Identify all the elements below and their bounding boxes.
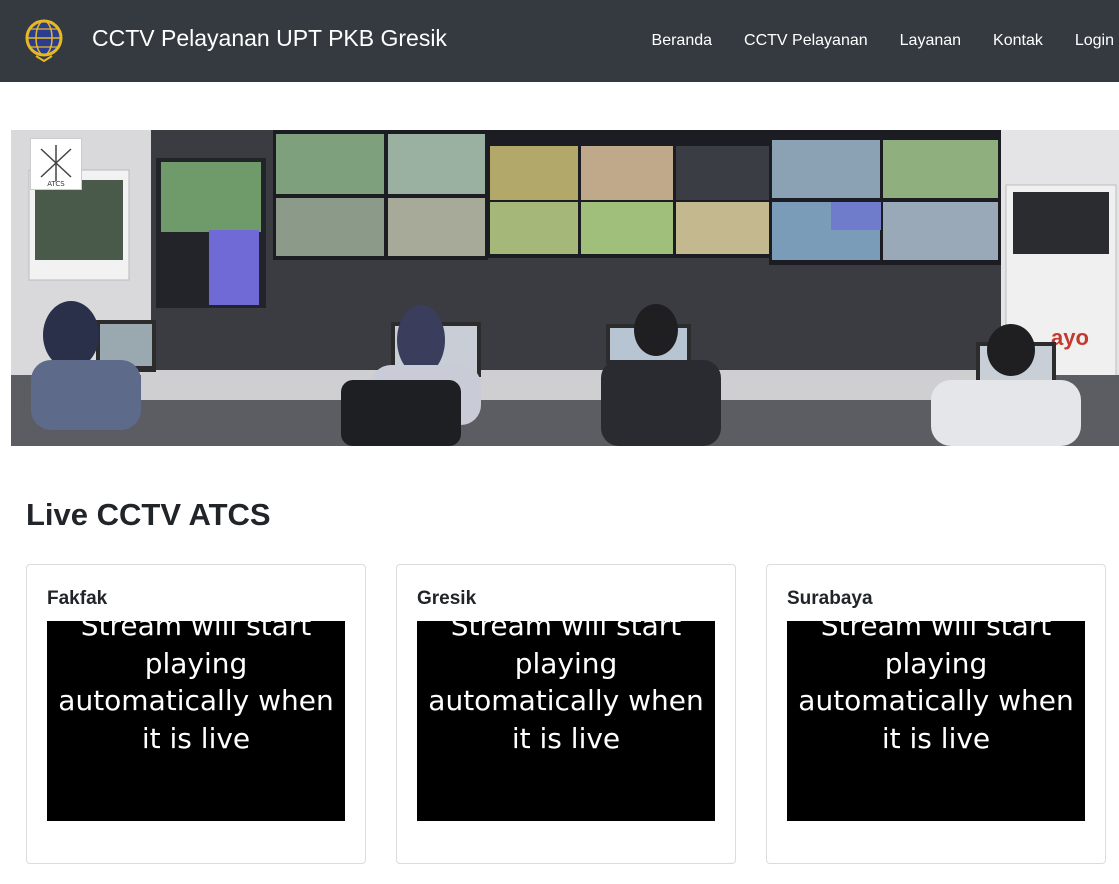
card-title: Fakfak [47,588,108,609]
nav-link-layanan[interactable]: Layanan [900,32,961,50]
player-status-message: Stream will start playing automatically … [798,621,1074,755]
atcs-logo-icon: ATCS [30,138,82,190]
cctv-card-gresik: Gresik Stream will start playing automat… [396,564,736,864]
svg-text:ayo: ayo [1051,325,1089,350]
cctv-card-fakfak: Fakfak Stream will start playing automat… [26,564,366,864]
nav-link-kontak[interactable]: Kontak [993,32,1043,50]
video-player[interactable]: Stream will start playing automatically … [417,621,715,821]
card-title: Gresik [417,588,477,609]
card-title: Surabaya [787,588,873,609]
hero-banner-image: ayo ATCS [11,130,1119,446]
navbar: CCTV Pelayanan UPT PKB Gresik Beranda CC… [0,0,1119,82]
video-player[interactable]: Stream will start playing automatically … [787,621,1085,821]
atcs-badge-text: ATCS [47,180,65,188]
section-title: Live CCTV ATCS [26,497,271,532]
player-status-message: Stream will start playing automatically … [428,621,704,755]
nav-links: Beranda CCTV Pelayanan Layanan Kontak Lo… [620,32,1114,50]
nav-link-beranda[interactable]: Beranda [652,32,713,50]
globe-emblem-icon[interactable] [24,18,64,63]
brand-title[interactable]: CCTV Pelayanan UPT PKB Gresik [92,25,447,52]
nav-link-login[interactable]: Login [1075,32,1114,50]
video-player[interactable]: Stream will start playing automatically … [47,621,345,821]
nav-link-cctv-pelayanan[interactable]: CCTV Pelayanan [744,32,868,50]
player-status-message: Stream will start playing automatically … [58,621,334,755]
cctv-card-surabaya: Surabaya Stream will start playing autom… [766,564,1106,864]
